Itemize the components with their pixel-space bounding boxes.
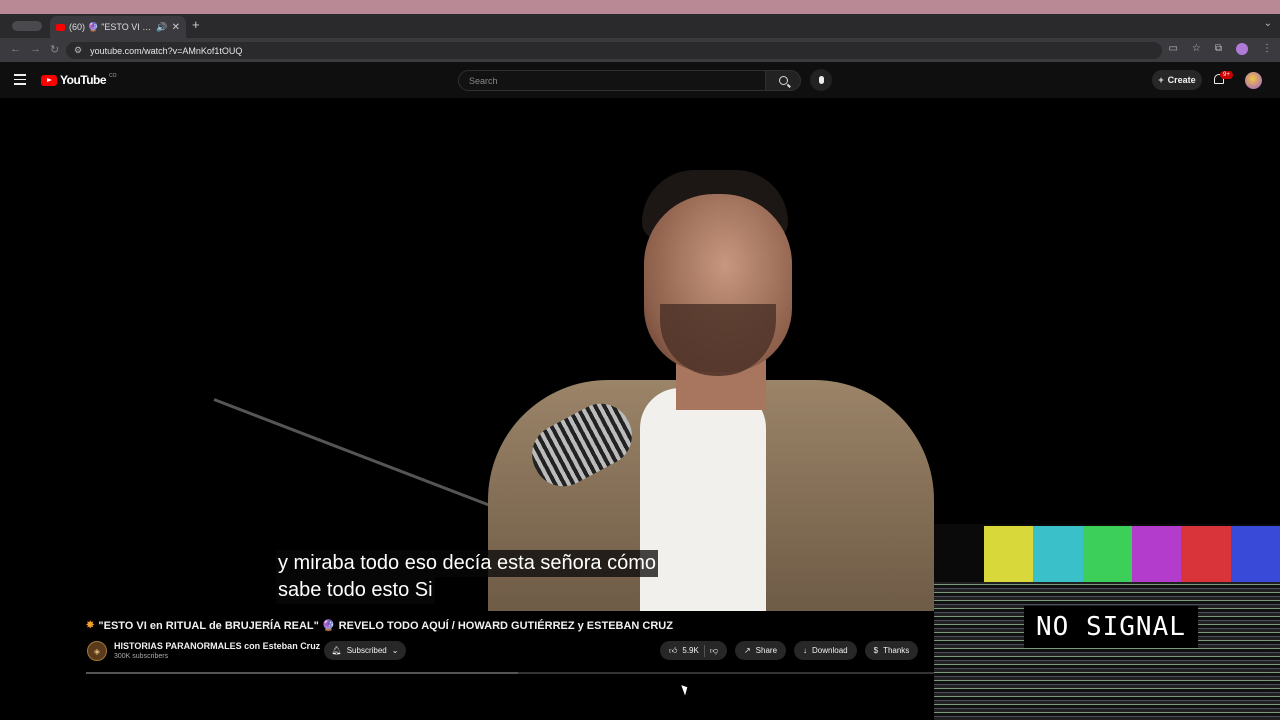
- progress-fill: [86, 672, 519, 674]
- toolbar-icons: ▭ ☆ ⧉ ⋮: [1168, 43, 1272, 58]
- youtube-favicon-icon: [56, 23, 65, 31]
- macos-menubar: [0, 0, 1280, 14]
- thumbs-down-icon[interactable]: 👎︎: [710, 646, 718, 656]
- subscribed-button[interactable]: 🔔︎ Subscribed ⌄: [324, 641, 406, 660]
- microphone-icon: [818, 76, 824, 84]
- color-bar-5: [1230, 526, 1280, 582]
- search-input[interactable]: Search: [458, 70, 766, 91]
- hamburger-menu-icon[interactable]: [14, 74, 26, 85]
- create-label: Create: [1167, 75, 1196, 85]
- create-button[interactable]: + Create: [1152, 70, 1202, 90]
- thanks-label: Thanks: [883, 646, 910, 655]
- download-label: Download: [812, 646, 848, 655]
- cast-icon[interactable]: ▭: [1168, 43, 1177, 58]
- subtitle-line-1: y miraba todo eso decía esta señora cómo: [276, 550, 658, 577]
- chevron-down-icon[interactable]: ⌄: [1264, 18, 1272, 29]
- no-signal-overlay: NO SIGNAL: [934, 524, 1280, 720]
- logo-text: YouTube: [60, 73, 107, 87]
- subscriber-count: 300K subscribers: [114, 653, 169, 660]
- star-icon[interactable]: ☆: [1192, 43, 1201, 58]
- share-icon: ↗: [743, 646, 751, 655]
- subtitle-line-2: sabe todo esto Si: [276, 577, 435, 604]
- channel-name[interactable]: HISTORIAS PARANORMALES con Esteban Cruz: [114, 641, 320, 651]
- close-icon[interactable]: ✕: [172, 22, 180, 33]
- color-bars: [984, 526, 1280, 582]
- notification-badge: 9+: [1220, 71, 1233, 79]
- avatar[interactable]: [1245, 72, 1262, 89]
- extensions-icon[interactable]: ⧉: [1215, 43, 1222, 58]
- static-noise: [934, 582, 1280, 720]
- like-dislike-group: 👍︎ 5.9K 👎︎: [660, 641, 727, 660]
- sparkle-icon: ✸: [86, 620, 95, 631]
- new-tab-button[interactable]: +: [192, 17, 200, 32]
- color-bar-1: [1033, 526, 1083, 582]
- youtube-play-icon: [41, 74, 57, 86]
- browser-toolbar: ← → ↻ ⚙ youtube.com/watch?v=AMnKof1tOUQ …: [0, 38, 1280, 62]
- plus-icon: +: [1158, 75, 1164, 85]
- youtube-header: YouTube CO Search + Create 9+: [0, 62, 1280, 98]
- thanks-button[interactable]: $ Thanks: [864, 641, 919, 660]
- logo-country: CO: [109, 73, 117, 79]
- subscribed-label: Subscribed: [346, 646, 387, 655]
- color-bar-3: [1131, 526, 1182, 582]
- color-bar-0: [984, 526, 1034, 582]
- channel-avatar[interactable]: ◈: [87, 641, 107, 661]
- like-count[interactable]: 5.9K: [682, 646, 698, 655]
- browser-tab-strip: (60) 🔮 "ESTO VI en RITU... 🔊 ✕ + ⌄: [0, 14, 1280, 38]
- site-info-icon[interactable]: ⚙: [74, 45, 82, 56]
- search-icon: [778, 76, 788, 85]
- color-bar-4: [1181, 526, 1231, 582]
- tab-title: (60) 🔮 "ESTO VI en RITU...: [69, 21, 153, 32]
- video-subtitles: y miraba todo eso decía esta señora cómo…: [276, 550, 658, 604]
- profile-icon[interactable]: [1236, 43, 1248, 58]
- reload-icon[interactable]: ↻: [50, 43, 59, 56]
- tab-group-pill[interactable]: [12, 21, 42, 31]
- chevron-down-icon: ⌄: [391, 646, 399, 655]
- video-title-text: "ESTO VI en RITUAL de BRUJERÍA REAL" 🔮 R…: [98, 620, 673, 632]
- video-actions: 👍︎ 5.9K 👎︎ ↗ Share ↓ Download $ Thanks: [660, 641, 919, 660]
- share-button[interactable]: ↗ Share: [734, 641, 787, 660]
- download-icon: ↓: [803, 646, 808, 655]
- mic-arm-image: [213, 398, 514, 516]
- tab-youtube[interactable]: (60) 🔮 "ESTO VI en RITU... 🔊 ✕: [50, 16, 186, 38]
- download-button[interactable]: ↓ Download: [794, 641, 857, 660]
- thumbs-up-icon[interactable]: 👍︎: [669, 646, 677, 656]
- back-icon[interactable]: ←: [10, 43, 21, 55]
- no-signal-text: NO SIGNAL: [1024, 606, 1198, 648]
- forward-icon[interactable]: →: [30, 43, 41, 55]
- progress-bar[interactable]: [86, 672, 934, 674]
- menu-icon[interactable]: ⋮: [1262, 43, 1272, 58]
- address-bar[interactable]: ⚙ youtube.com/watch?v=AMnKof1tOUQ: [66, 42, 1162, 59]
- search-button[interactable]: [765, 70, 801, 91]
- video-title: ✸ "ESTO VI en RITUAL de BRUJERÍA REAL" 🔮…: [86, 619, 673, 632]
- url-text: youtube.com/watch?v=AMnKof1tOUQ: [90, 45, 243, 56]
- person-shirt-image: [640, 388, 766, 611]
- youtube-logo[interactable]: YouTube CO: [41, 73, 117, 87]
- voice-search-button[interactable]: [810, 69, 832, 91]
- speaker-icon[interactable]: 🔊: [156, 22, 167, 33]
- share-label: Share: [755, 646, 778, 655]
- divider: [703, 644, 705, 657]
- bell-icon: 🔔︎: [331, 646, 342, 655]
- color-bar-2: [1082, 526, 1132, 582]
- thanks-icon: $: [873, 646, 879, 655]
- video-info: ✸ "ESTO VI en RITUAL de BRUJERÍA REAL" 🔮…: [0, 611, 934, 720]
